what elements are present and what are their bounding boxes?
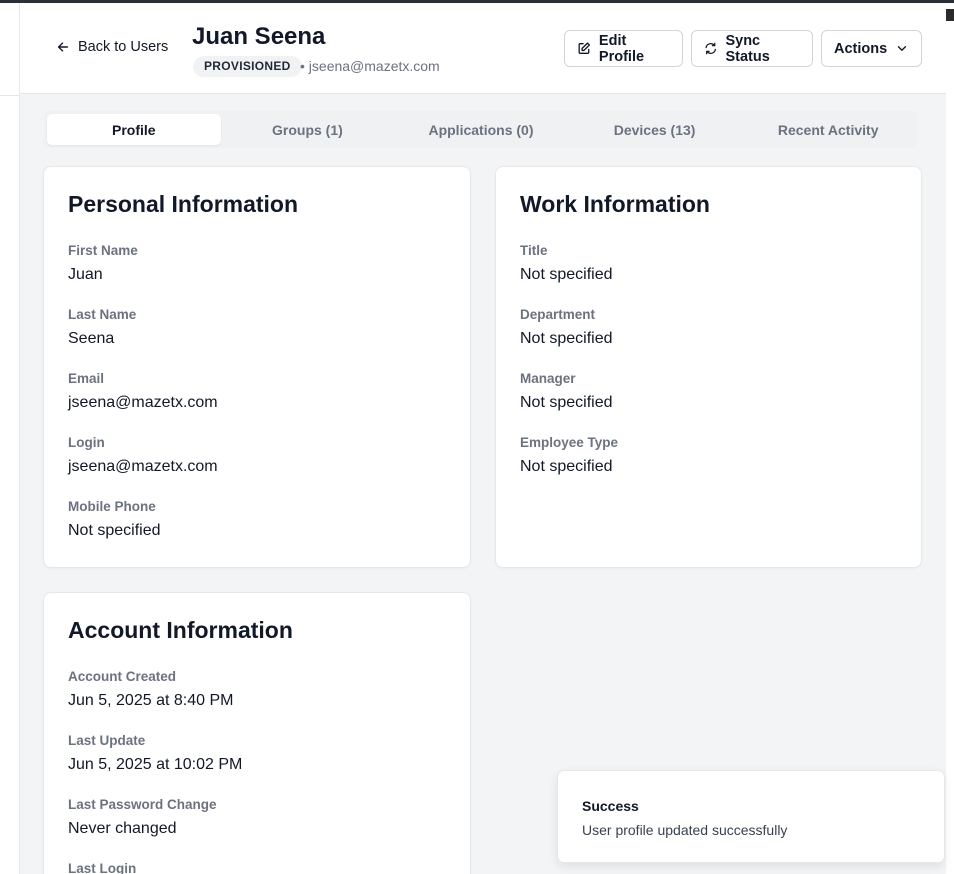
user-email: • jseena@mazetx.com: [300, 58, 440, 74]
field-value: Seena: [68, 330, 115, 347]
tab-groups[interactable]: Groups (1): [221, 114, 395, 145]
field-label: Last Update: [68, 733, 146, 748]
field-label: Employee Type: [520, 435, 619, 450]
field-label: Mobile Phone: [68, 499, 156, 514]
field-label: Account Created: [68, 669, 177, 684]
field-label: Manager: [520, 371, 576, 386]
field-last-login: Last Login: [68, 861, 136, 874]
page-header: Back to Users Juan Seena PROVISIONED • j…: [20, 3, 946, 94]
field-title: Title Not specified: [520, 243, 613, 284]
field-account-created: Account Created Jun 5, 2025 at 8:40 PM: [68, 669, 233, 710]
field-label: Last Password Change: [68, 797, 217, 812]
status-badge: PROVISIONED: [193, 56, 302, 77]
tab-profile[interactable]: Profile: [47, 114, 221, 145]
scrollbar[interactable]: [946, 3, 954, 874]
field-last-password-change: Last Password Change Never changed: [68, 797, 217, 838]
field-manager: Manager Not specified: [520, 371, 613, 412]
personal-information-card: Personal Information First Name Juan Las…: [43, 166, 471, 568]
field-last-update: Last Update Jun 5, 2025 at 10:02 PM: [68, 733, 242, 774]
field-value: Not specified: [520, 394, 613, 411]
field-first-name: First Name Juan: [68, 243, 138, 284]
field-department: Department Not specified: [520, 307, 613, 348]
success-toast[interactable]: Success User profile updated successfull…: [557, 770, 945, 863]
card-title: Personal Information: [68, 191, 299, 217]
field-label: Title: [520, 243, 548, 258]
edit-profile-button[interactable]: Edit Profile: [564, 30, 683, 67]
field-value: Jun 5, 2025 at 10:02 PM: [68, 756, 243, 773]
field-last-name: Last Name Seena: [68, 307, 136, 348]
actions-dropdown[interactable]: Actions: [821, 30, 922, 67]
refresh-icon: [705, 42, 716, 55]
field-label: Email: [68, 371, 105, 386]
tab-devices[interactable]: Devices (13): [568, 114, 742, 145]
field-mobile-phone: Mobile Phone Not specified: [68, 499, 161, 540]
arrow-left-icon: [57, 42, 69, 52]
back-to-users-link[interactable]: Back to Users: [56, 39, 168, 55]
toast-message: User profile updated successfully: [582, 822, 788, 838]
field-label: First Name: [68, 243, 138, 258]
tab-applications[interactable]: Applications (0): [394, 114, 568, 145]
field-email: Email jseena@mazetx.com: [68, 371, 218, 412]
page-title: Juan Seena: [192, 23, 326, 50]
field-login: Login jseena@mazetx.com: [68, 435, 218, 476]
field-value: Not specified: [520, 458, 613, 475]
work-information-card: Work Information Title Not specified Dep…: [495, 166, 922, 568]
field-label: Last Name: [68, 307, 137, 322]
sync-status-button[interactable]: Sync Status: [691, 30, 813, 67]
account-information-card: Account Information Account Created Jun …: [43, 592, 471, 874]
field-value: Not specified: [520, 330, 613, 347]
edit-icon: [578, 42, 591, 54]
field-label: Last Login: [68, 861, 137, 874]
field-value: Juan: [68, 266, 103, 283]
scrollbar-thumb[interactable]: [946, 9, 954, 21]
field-value: Never changed: [68, 820, 177, 837]
actions-label: Actions: [834, 40, 888, 57]
field-value: jseena@mazetx.com: [68, 458, 218, 475]
tab-bar: Profile Groups (1) Applications (0) Devi…: [44, 111, 918, 148]
tab-recent-activity[interactable]: Recent Activity: [741, 114, 915, 145]
field-label: Department: [520, 307, 596, 322]
toast-title: Success: [582, 798, 639, 814]
edit-profile-label: Edit Profile: [598, 32, 645, 65]
card-title: Account Information: [68, 617, 293, 643]
card-title: Work Information: [520, 191, 710, 217]
field-value: jseena@mazetx.com: [68, 394, 218, 411]
sync-status-label: Sync Status: [725, 32, 770, 65]
field-employee-type: Employee Type Not specified: [520, 435, 618, 476]
divider: [0, 95, 20, 96]
field-label: Login: [68, 435, 105, 450]
field-value: Not specified: [520, 266, 613, 283]
sidebar-edge: [0, 3, 20, 874]
field-value: Not specified: [68, 522, 161, 539]
field-value: Jun 5, 2025 at 8:40 PM: [68, 692, 234, 709]
chevron-down-icon: [897, 46, 907, 51]
back-label: Back to Users: [78, 39, 169, 55]
